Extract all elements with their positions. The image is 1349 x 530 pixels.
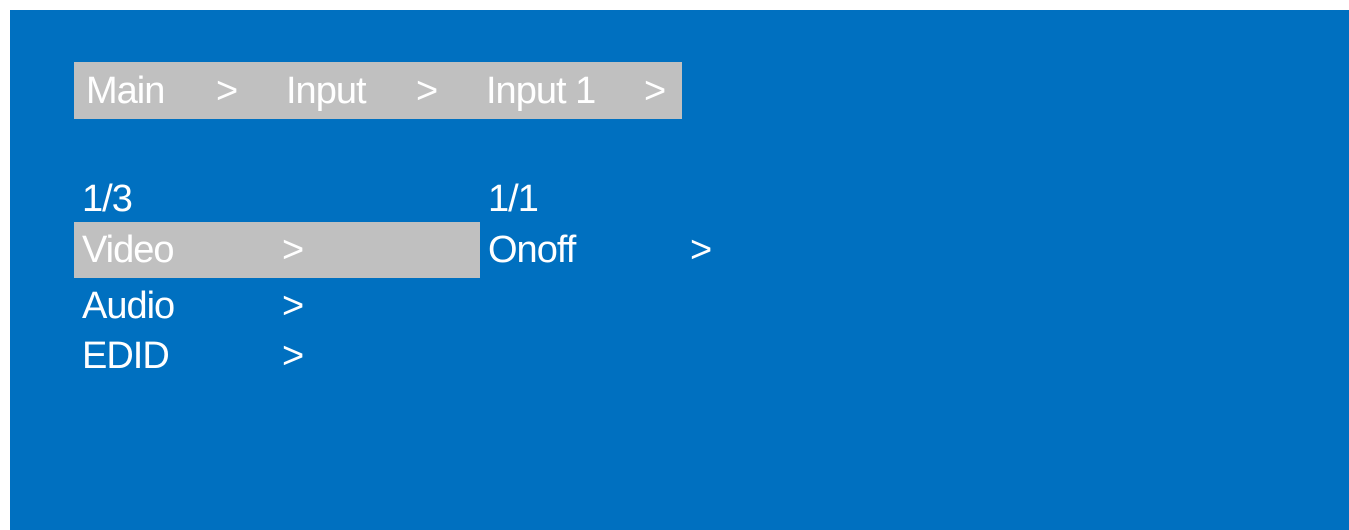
breadcrumb-separator: > [416, 70, 438, 112]
breadcrumb-item-main[interactable]: Main [86, 72, 165, 110]
menu-item-label: Audio [82, 285, 175, 327]
chevron-right-icon: > [282, 335, 304, 377]
chevron-right-icon: > [282, 229, 304, 271]
menu-item-edid[interactable]: EDID > [74, 328, 480, 384]
menu-item-label: Onoff [488, 229, 576, 271]
breadcrumb-item-input[interactable]: Input [286, 72, 367, 110]
menu-item-label: Video [82, 229, 175, 271]
chevron-right-icon: > [690, 229, 712, 271]
breadcrumb-item-input-1[interactable]: Input 1 [486, 72, 596, 110]
breadcrumb-separator: > [216, 70, 238, 112]
breadcrumb-separator: > [644, 70, 666, 112]
osd-screen: Main > Input > Input 1 > 1/3 Video > Aud… [10, 10, 1349, 530]
right-menu-page-indicator: 1/1 [488, 178, 539, 220]
menu-item-audio[interactable]: Audio > [74, 278, 480, 334]
menu-item-video[interactable]: Video > [74, 222, 480, 278]
chevron-right-icon: > [282, 285, 304, 327]
menu-item-label: EDID [82, 335, 170, 377]
left-menu-page-indicator: 1/3 [82, 178, 133, 220]
menu-item-onoff[interactable]: Onoff > [480, 222, 780, 278]
breadcrumb: Main > Input > Input 1 > [74, 62, 682, 119]
